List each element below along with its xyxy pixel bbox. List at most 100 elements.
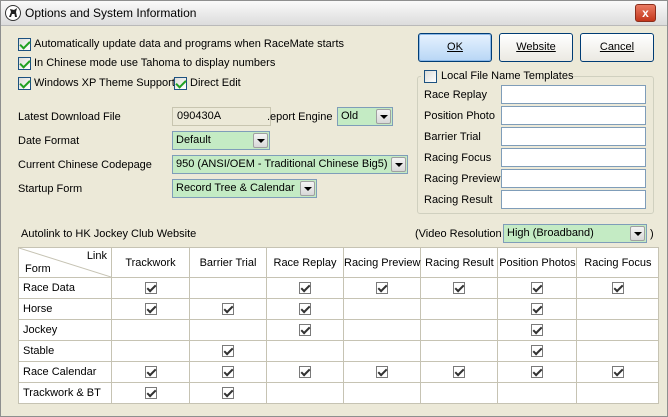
- chevron-down-icon[interactable]: [300, 181, 315, 196]
- grid-cell[interactable]: [420, 298, 499, 320]
- grid-cell[interactable]: [111, 382, 190, 404]
- codepage-select[interactable]: 950 (ANSI/OEM - Traditional Chinese Big5…: [172, 155, 408, 174]
- template-label-race-replay: Race Replay: [424, 89, 487, 101]
- xp-theme-label[interactable]: Windows XP Theme Support: [34, 77, 175, 89]
- tahoma-label[interactable]: In Chinese mode use Tahoma to display nu…: [34, 57, 275, 69]
- video-resolution-select[interactable]: High (Broadband): [503, 224, 647, 243]
- grid-cell[interactable]: [342, 319, 422, 341]
- link-checkbox[interactable]: [222, 303, 234, 316]
- grid-cell[interactable]: [576, 319, 660, 341]
- grid-cell[interactable]: [189, 277, 267, 299]
- grid-cell[interactable]: [342, 340, 422, 362]
- grid-cell[interactable]: [111, 340, 190, 362]
- template-field-racing-focus[interactable]: [501, 148, 646, 167]
- link-checkbox[interactable]: [144, 366, 157, 379]
- cancel-button[interactable]: Cancel: [580, 33, 654, 62]
- link-checkbox[interactable]: [144, 282, 157, 295]
- auto-update-label[interactable]: Automatically update data and programs w…: [34, 38, 344, 50]
- link-checkbox[interactable]: [453, 366, 466, 379]
- row-label: Trackwork & BT: [18, 382, 112, 404]
- grid-cell[interactable]: [497, 277, 578, 299]
- column-header: Racing Preview: [342, 247, 422, 278]
- auto-update-checkbox[interactable]: [18, 38, 31, 51]
- grid-cell[interactable]: [189, 298, 267, 320]
- chevron-down-icon[interactable]: [253, 133, 268, 148]
- grid-cell[interactable]: [189, 361, 267, 383]
- grid-cell[interactable]: [111, 319, 190, 341]
- grid-cell[interactable]: [266, 340, 344, 362]
- grid-cell[interactable]: [111, 298, 190, 320]
- grid-cell[interactable]: [266, 277, 344, 299]
- template-field-barrier-trial[interactable]: [501, 127, 646, 146]
- grid-cell[interactable]: [497, 319, 578, 341]
- link-checkbox[interactable]: [531, 303, 544, 316]
- link-checkbox[interactable]: [299, 303, 311, 316]
- link-checkbox[interactable]: [531, 345, 544, 358]
- xp-theme-checkbox[interactable]: [18, 77, 31, 90]
- grid-cell[interactable]: [266, 298, 344, 320]
- link-checkbox[interactable]: [144, 387, 157, 400]
- grid-cell[interactable]: [266, 319, 344, 341]
- grid-cell[interactable]: [189, 319, 267, 341]
- grid-cell[interactable]: [266, 361, 344, 383]
- link-checkbox[interactable]: [376, 282, 389, 295]
- grid-cell[interactable]: [576, 298, 660, 320]
- grid-cell[interactable]: [576, 340, 660, 362]
- chevron-down-icon[interactable]: [376, 109, 391, 124]
- grid-cell[interactable]: [497, 361, 578, 383]
- close-button[interactable]: x: [635, 4, 656, 22]
- direct-edit-label[interactable]: Direct Edit: [190, 77, 241, 89]
- website-button[interactable]: Website: [499, 33, 573, 62]
- link-checkbox[interactable]: [222, 387, 234, 400]
- grid-cell[interactable]: [576, 277, 660, 299]
- grid-cell[interactable]: [111, 361, 190, 383]
- link-checkbox[interactable]: [222, 366, 234, 379]
- grid-cell[interactable]: [497, 340, 578, 362]
- link-checkbox[interactable]: [144, 303, 157, 316]
- link-checkbox[interactable]: [453, 282, 466, 295]
- chevron-down-icon[interactable]: [630, 226, 645, 241]
- chevron-down-icon[interactable]: [391, 157, 406, 172]
- link-checkbox[interactable]: [222, 345, 234, 358]
- grid-cell[interactable]: [497, 382, 578, 404]
- grid-cell[interactable]: [342, 277, 422, 299]
- ok-button[interactable]: OK: [418, 33, 492, 62]
- link-checkbox[interactable]: [611, 366, 624, 379]
- title-bar[interactable]: Options and System Information x: [1, 1, 667, 26]
- grid-cell[interactable]: [576, 361, 660, 383]
- grid-cell[interactable]: [342, 361, 422, 383]
- grid-cell[interactable]: [189, 382, 267, 404]
- link-checkbox[interactable]: [299, 324, 311, 337]
- grid-cell[interactable]: [420, 382, 499, 404]
- report-engine-select[interactable]: Old: [337, 107, 393, 126]
- template-field-racing-result[interactable]: [501, 190, 646, 209]
- grid-cell[interactable]: [189, 340, 267, 362]
- grid-cell[interactable]: [342, 382, 422, 404]
- template-field-race-replay[interactable]: [501, 85, 646, 104]
- grid-cell[interactable]: [420, 340, 499, 362]
- date-format-select[interactable]: Default: [172, 131, 270, 150]
- column-header: Racing Result: [420, 247, 499, 278]
- direct-edit-checkbox[interactable]: [174, 77, 187, 90]
- link-checkbox[interactable]: [299, 366, 311, 379]
- link-checkbox[interactable]: [531, 366, 544, 379]
- link-checkbox[interactable]: [611, 282, 624, 295]
- grid-cell[interactable]: [420, 277, 499, 299]
- link-checkbox[interactable]: [531, 324, 544, 337]
- template-field-position-photo[interactable]: [501, 106, 646, 125]
- grid-cell[interactable]: [576, 382, 660, 404]
- local-templates-checkbox[interactable]: [424, 70, 437, 83]
- link-checkbox[interactable]: [299, 282, 311, 295]
- grid-cell[interactable]: [420, 361, 499, 383]
- template-field-racing-preview[interactable]: [501, 169, 646, 188]
- grid-cell[interactable]: [111, 277, 190, 299]
- startup-form-select[interactable]: Record Tree & Calendar: [172, 179, 317, 198]
- local-templates-title[interactable]: Local File Name Templates: [441, 70, 573, 82]
- grid-cell[interactable]: [420, 319, 499, 341]
- tahoma-checkbox[interactable]: [18, 57, 31, 70]
- link-checkbox[interactable]: [376, 366, 389, 379]
- grid-cell[interactable]: [497, 298, 578, 320]
- link-checkbox[interactable]: [531, 282, 544, 295]
- grid-cell[interactable]: [342, 298, 422, 320]
- grid-cell[interactable]: [266, 382, 344, 404]
